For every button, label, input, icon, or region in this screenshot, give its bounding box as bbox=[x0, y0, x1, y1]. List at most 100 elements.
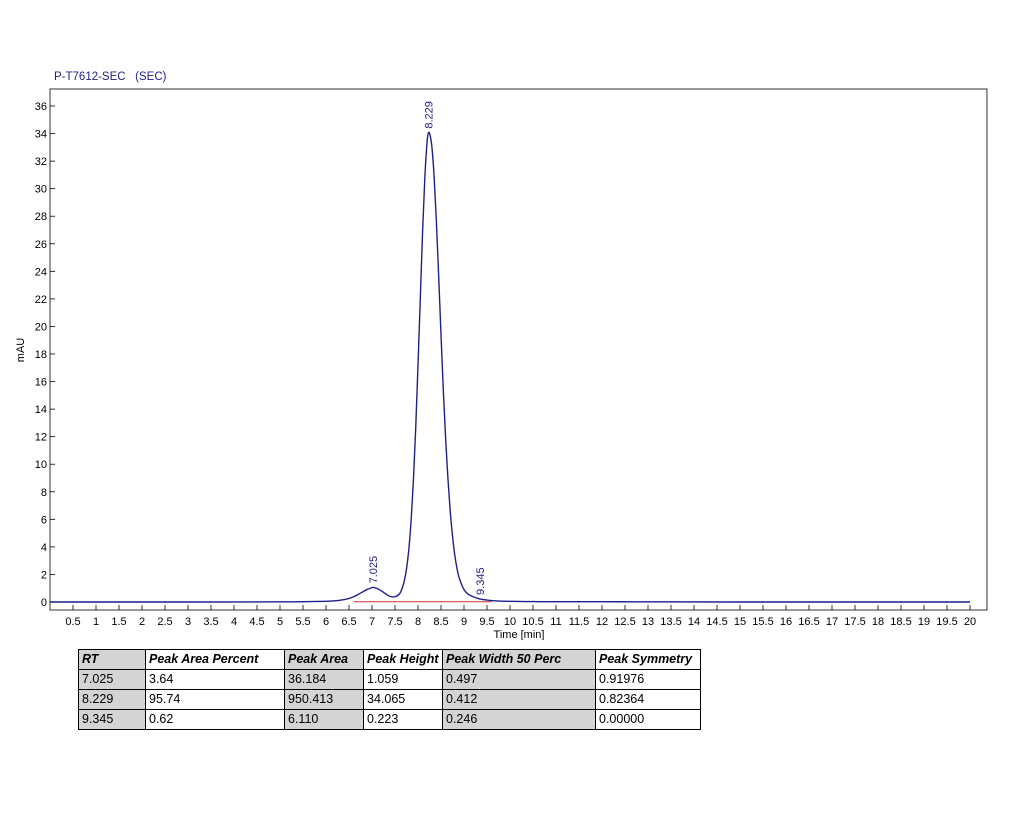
y-tick-label: 30 bbox=[35, 184, 47, 196]
table-cell: 0.82364 bbox=[595, 689, 701, 710]
x-tick-label: 5.5 bbox=[295, 616, 310, 628]
header-peak-height: Peak Height bbox=[363, 649, 443, 670]
x-tick-label: 8 bbox=[415, 616, 421, 628]
x-tick-label: 4 bbox=[231, 616, 237, 628]
x-tick-label: 18 bbox=[872, 616, 884, 628]
x-tick-label: 18.5 bbox=[890, 616, 911, 628]
table-cell: 0.497 bbox=[442, 669, 596, 690]
x-tick-label: 6.5 bbox=[341, 616, 356, 628]
x-tick-label: 13.5 bbox=[660, 616, 681, 628]
x-axis-label: Time [min] bbox=[494, 629, 545, 640]
x-tick-label: 1 bbox=[93, 616, 99, 628]
table-row: 8.229 95.74 950.413 34.065 0.412 0.82364 bbox=[78, 689, 701, 710]
x-tick-label: 15 bbox=[734, 616, 746, 628]
y-tick-label: 2 bbox=[41, 569, 47, 581]
table-cell: 36.184 bbox=[284, 669, 364, 690]
y-tick-label: 16 bbox=[35, 377, 47, 389]
x-tick-label: 2.5 bbox=[157, 616, 172, 628]
y-tick-label: 26 bbox=[35, 239, 47, 251]
peak-label: 9.345 bbox=[475, 567, 487, 595]
y-tick-label: 0 bbox=[41, 597, 47, 609]
chromatogram-chart: P-T7612-SEC (SEC) 0246810121416182022242… bbox=[15, 71, 988, 640]
x-tick-label: 1.5 bbox=[111, 616, 126, 628]
table-cell: 7.025 bbox=[78, 669, 146, 690]
peak-label: 8.229 bbox=[424, 101, 436, 129]
header-rt: RT bbox=[78, 649, 146, 670]
x-tick-label: 17 bbox=[826, 616, 838, 628]
header-peak-symmetry: Peak Symmetry bbox=[595, 649, 701, 670]
x-tick-label: 4.5 bbox=[249, 616, 264, 628]
table-cell: 9.345 bbox=[78, 709, 146, 730]
table-row: 7.025 3.64 36.184 1.059 0.497 0.91976 bbox=[78, 669, 701, 690]
x-tick-label: 5 bbox=[277, 616, 283, 628]
x-tick-label: 0.5 bbox=[65, 616, 80, 628]
table-cell: 6.110 bbox=[284, 709, 364, 730]
table-cell: 950.413 bbox=[284, 689, 364, 710]
table-cell: 0.00000 bbox=[595, 709, 701, 730]
y-tick-label: 14 bbox=[35, 404, 47, 416]
x-tick-label: 14 bbox=[688, 616, 700, 628]
y-tick-label: 8 bbox=[41, 487, 47, 499]
x-tick-label: 9 bbox=[461, 616, 467, 628]
peak-table: RT Peak Area Percent Peak Area Peak Heig… bbox=[78, 649, 701, 730]
header-peak-width: Peak Width 50 Perc bbox=[442, 649, 596, 670]
table-cell: 1.059 bbox=[363, 669, 443, 690]
x-tick-label: 6 bbox=[323, 616, 329, 628]
x-tick-label: 11 bbox=[550, 616, 561, 628]
x-tick-label: 3 bbox=[185, 616, 191, 628]
x-tick-label: 10 bbox=[504, 616, 516, 628]
chart-title: P-T7612-SEC (SEC) bbox=[54, 71, 167, 83]
y-tick-label: 24 bbox=[35, 266, 47, 278]
table-row: 9.345 0.62 6.110 0.223 0.246 0.00000 bbox=[78, 709, 701, 730]
signal-trace bbox=[49, 131, 970, 603]
y-axis-label: mAU bbox=[15, 338, 27, 363]
y-tick-label: 22 bbox=[35, 294, 47, 306]
y-tick-label: 10 bbox=[35, 459, 47, 471]
x-tick-label: 8.5 bbox=[433, 616, 448, 628]
header-peak-area-percent: Peak Area Percent bbox=[145, 649, 285, 670]
plot-area: 7.025 8.229 9.345 bbox=[49, 101, 970, 603]
table-header-row: RT Peak Area Percent Peak Area Peak Heig… bbox=[78, 649, 701, 670]
y-tick-label: 32 bbox=[35, 156, 47, 168]
table-cell: 0.412 bbox=[442, 689, 596, 710]
x-tick-label: 12 bbox=[596, 616, 608, 628]
x-tick-label: 16.5 bbox=[798, 616, 819, 628]
y-tick-label: 34 bbox=[35, 129, 47, 141]
x-axis: 0.5 1 1.5 2 2.5 3 3.5 4 4.5 5 5.5 6 6.5 7 7.5 8 8.5 9 9.5 1… bbox=[65, 605, 976, 628]
x-tick-label: 2 bbox=[139, 616, 145, 628]
table-cell: 34.065 bbox=[363, 689, 443, 710]
x-tick-label: 13 bbox=[642, 616, 654, 628]
table-cell: 95.74 bbox=[145, 689, 285, 710]
y-tick-label: 18 bbox=[35, 349, 47, 361]
x-tick-label: 14.5 bbox=[706, 616, 727, 628]
x-tick-label: 10.5 bbox=[522, 616, 543, 628]
table-cell: 3.64 bbox=[145, 669, 285, 690]
x-tick-label: 17.5 bbox=[844, 616, 865, 628]
x-tick-label: 20 bbox=[964, 616, 976, 628]
table-cell: 0.62 bbox=[145, 709, 285, 730]
y-tick-label: 28 bbox=[35, 211, 47, 223]
table-cell: 0.223 bbox=[363, 709, 443, 730]
x-tick-label: 19.5 bbox=[936, 616, 957, 628]
table-cell: 0.246 bbox=[442, 709, 596, 730]
y-tick-label: 12 bbox=[35, 432, 47, 444]
x-tick-label: 7 bbox=[369, 616, 375, 628]
y-axis: 024681012141618202224262830323436 bbox=[35, 101, 55, 609]
y-tick-label: 36 bbox=[35, 101, 47, 113]
plot-frame bbox=[49, 88, 988, 611]
x-tick-label: 7.5 bbox=[387, 616, 402, 628]
y-tick-label: 4 bbox=[41, 542, 47, 554]
x-tick-label: 9.5 bbox=[479, 616, 494, 628]
x-tick-label: 15.5 bbox=[752, 616, 773, 628]
x-tick-label: 16 bbox=[780, 616, 792, 628]
peak-label: 7.025 bbox=[368, 556, 380, 584]
table-cell: 0.91976 bbox=[595, 669, 701, 690]
x-tick-label: 19 bbox=[918, 616, 930, 628]
x-tick-label: 3.5 bbox=[203, 616, 218, 628]
table-cell: 8.229 bbox=[78, 689, 146, 710]
y-tick-label: 20 bbox=[35, 321, 47, 333]
x-tick-label: 11.5 bbox=[569, 616, 590, 628]
y-tick-label: 6 bbox=[41, 514, 47, 526]
header-peak-area: Peak Area bbox=[284, 649, 364, 670]
x-tick-label: 12.5 bbox=[614, 616, 635, 628]
